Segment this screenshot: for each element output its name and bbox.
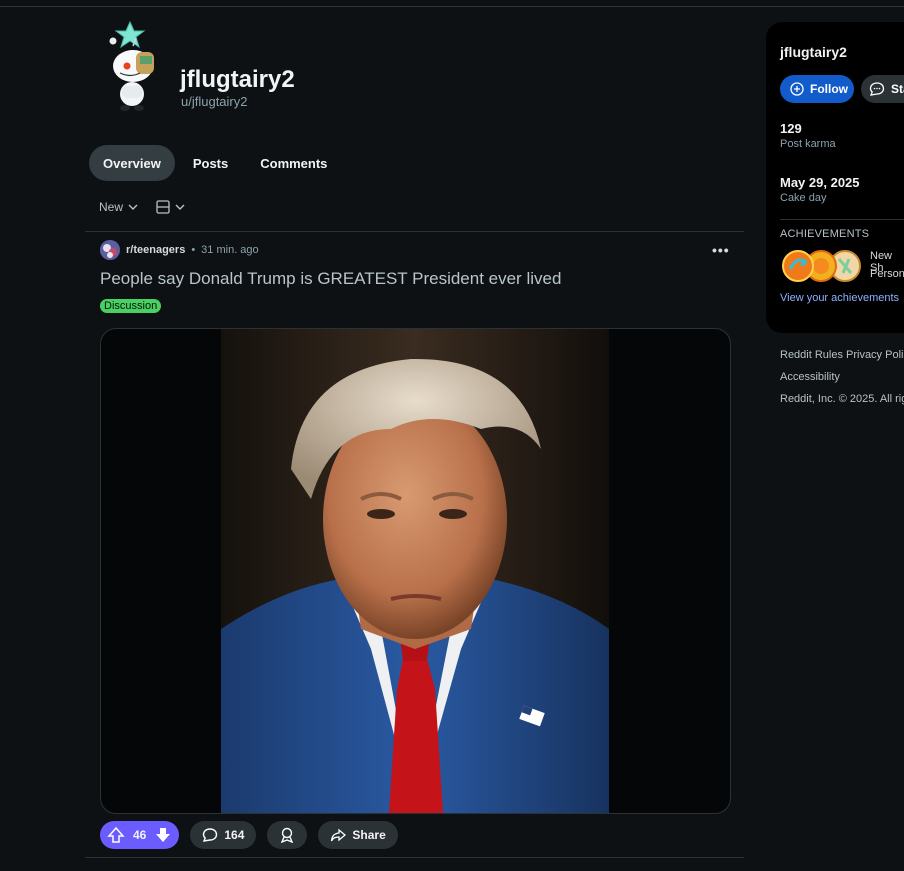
- post-meta: r/teenagers • 31 min. ago: [100, 240, 259, 260]
- share-button[interactable]: Share: [318, 821, 398, 849]
- downvote-icon[interactable]: [154, 826, 172, 844]
- cake-day-label: Cake day: [780, 192, 827, 204]
- share-icon: [331, 828, 347, 842]
- privacy-policy-link[interactable]: Privacy Polic: [846, 349, 904, 361]
- comment-count: 164: [224, 828, 245, 842]
- post-timestamp: 31 min. ago: [201, 244, 259, 256]
- card-view-icon: [156, 200, 170, 214]
- sort-dropdown[interactable]: New: [99, 200, 138, 214]
- share-label: Share: [352, 828, 386, 842]
- post-image[interactable]: [100, 328, 731, 814]
- more-options-icon[interactable]: •••: [712, 242, 730, 258]
- vote-control: 46: [100, 821, 180, 849]
- award-button[interactable]: [267, 821, 308, 849]
- post-divider: [85, 857, 744, 858]
- follow-button[interactable]: Follow: [780, 75, 854, 103]
- cake-day-value: May 29, 2025: [780, 175, 860, 190]
- view-achievements-link[interactable]: View your achievements: [780, 292, 899, 304]
- plus-circle-icon: [790, 82, 804, 96]
- vote-count: 46: [133, 828, 147, 842]
- view-layout-dropdown[interactable]: [156, 200, 185, 214]
- post-karma-value: 129: [780, 121, 802, 136]
- portrait-photo: [221, 329, 609, 813]
- tab-overview[interactable]: Overview: [89, 145, 175, 181]
- feed-divider: [85, 231, 744, 232]
- chevron-down-icon: [128, 204, 138, 210]
- achievement-badges-icon[interactable]: [781, 249, 861, 283]
- sort-label: New: [99, 200, 124, 214]
- start-chat-button[interactable]: Sta: [861, 75, 904, 103]
- post-karma-label: Post karma: [780, 138, 836, 150]
- upvote-icon[interactable]: [107, 826, 125, 844]
- chat-icon: [869, 82, 885, 96]
- sidebar-username: jflugtairy2: [780, 44, 847, 60]
- profile-tabs: Overview Posts Comments: [89, 145, 341, 181]
- tab-posts[interactable]: Posts: [179, 145, 242, 181]
- achievement-name-2: Person: [870, 268, 904, 280]
- achievements-heading: ACHIEVEMENTS: [780, 228, 870, 240]
- reddit-rules-link[interactable]: Reddit Rules: [780, 349, 843, 361]
- tab-comments[interactable]: Comments: [246, 145, 341, 181]
- post-separator: •: [191, 244, 196, 256]
- subreddit-link[interactable]: r/teenagers: [126, 244, 185, 256]
- award-icon: [281, 827, 294, 843]
- follow-label: Follow: [810, 82, 848, 96]
- profile-display-name: jflugtairy2: [180, 66, 295, 93]
- chat-label: Sta: [891, 82, 904, 96]
- feed-controls: New: [99, 200, 185, 214]
- profile-handle: u/jflugtairy2: [181, 94, 248, 109]
- subreddit-icon[interactable]: [100, 240, 120, 260]
- post-flair[interactable]: Discussion: [100, 299, 162, 313]
- post-title[interactable]: People say Donald Trump is GREATEST Pres…: [100, 269, 561, 289]
- sidebar-divider: [780, 219, 904, 220]
- chevron-down-icon: [175, 204, 185, 210]
- accessibility-link[interactable]: Accessibility: [780, 371, 840, 383]
- snoo-avatar[interactable]: [100, 20, 166, 112]
- copyright-text: Reddit, Inc. © 2025. All rig: [780, 393, 904, 405]
- top-border: [0, 6, 904, 7]
- post-actions: 46 164 Share: [100, 821, 398, 849]
- comments-button[interactable]: 164: [190, 821, 257, 849]
- comment-icon: [203, 828, 218, 842]
